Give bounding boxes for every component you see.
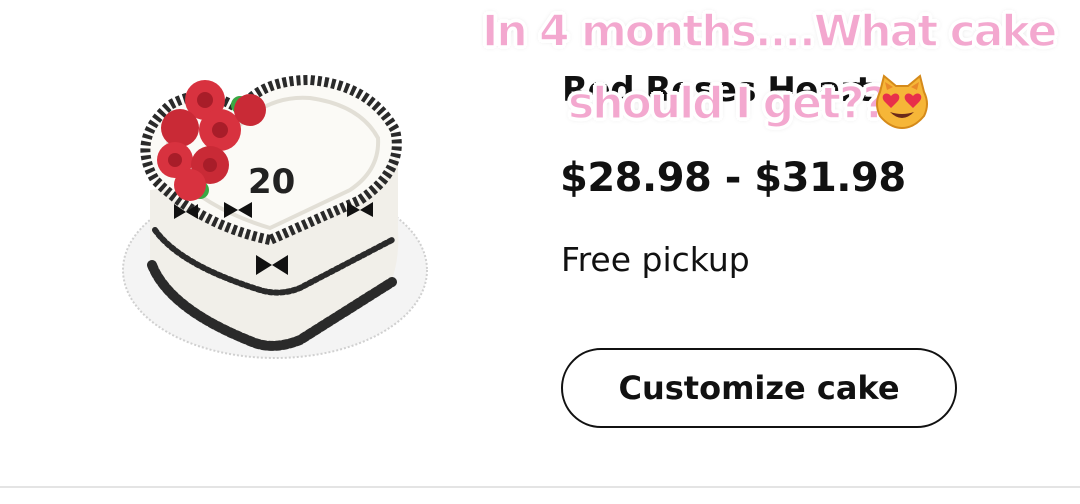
product-image[interactable]: 20 (110, 60, 440, 380)
caption-line-1: In 4 months....What cake (481, 5, 1058, 58)
pickup-info: Free pickup (561, 240, 750, 279)
caption-line-2: should I get?? (567, 77, 889, 130)
product-price: $28.98 - $31.98 (560, 155, 906, 201)
customize-cake-button[interactable]: Customize cake (561, 348, 957, 428)
heart-eyes-cat-icon (872, 74, 932, 130)
cake-number: 20 (248, 162, 295, 202)
divider (0, 486, 1080, 488)
